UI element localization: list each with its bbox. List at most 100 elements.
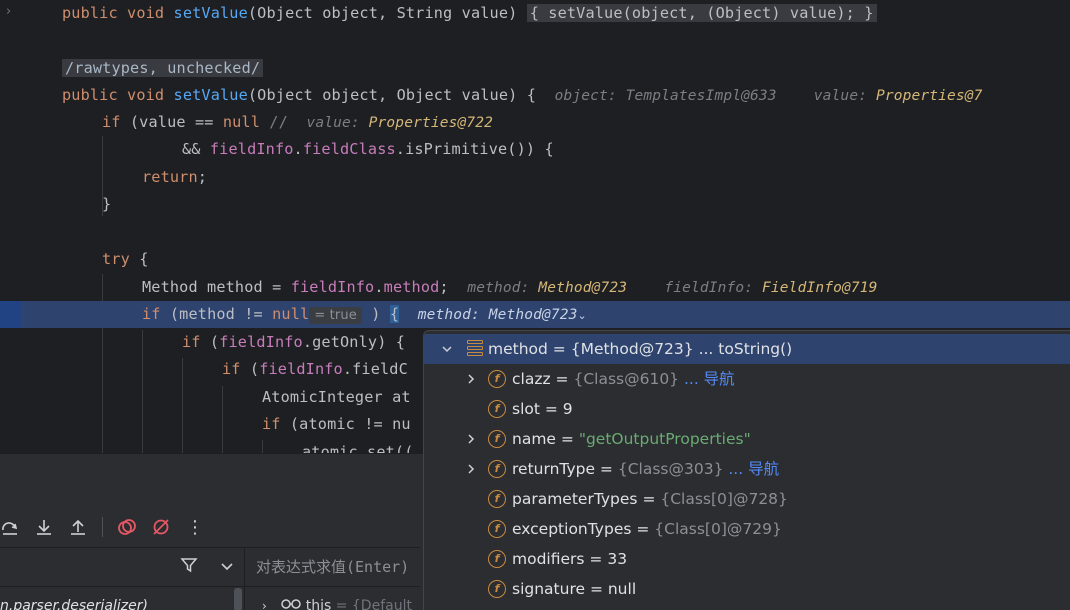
step-out-icon[interactable]	[68, 517, 88, 537]
tree-row-exceptiontypes[interactable]: f exceptionTypes = {Class[0]@729}	[424, 514, 1070, 544]
field-ref: fieldInfo	[219, 333, 303, 351]
field-icon: f	[488, 490, 506, 508]
tree-row-text: returnType = {Class@303} ... 导航	[512, 460, 780, 478]
keyword: if	[182, 333, 210, 351]
inline-hint-value[interactable]: method: Method@723	[418, 307, 578, 323]
tree-row-text: modifiers = 33	[512, 550, 628, 568]
tree-row-text: clazz = {Class@610} ... 导航	[512, 370, 735, 388]
debug-value-popup[interactable]: method = {Method@723} ... toString() f c…	[423, 330, 1070, 610]
field-icon: f	[488, 430, 506, 448]
method-name: setValue	[173, 86, 248, 104]
chevron-right-icon[interactable]	[464, 424, 478, 456]
chevron-down-icon[interactable]: ⌄	[578, 309, 587, 322]
more-options-icon[interactable]: ⋮	[185, 517, 205, 538]
code-text: (	[209, 333, 220, 351]
field-ref: fieldInfo	[209, 140, 294, 158]
field-icon: f	[488, 460, 506, 478]
field-ref: fieldInfo	[259, 360, 343, 378]
keyword: if	[142, 305, 170, 323]
chevron-right-icon[interactable]: ›	[262, 599, 267, 610]
mute-breakpoints-icon[interactable]	[151, 517, 171, 537]
navigate-link[interactable]: ... 导航	[723, 460, 779, 478]
step-into-icon[interactable]	[34, 517, 54, 537]
inline-hint-label: fieldInfo:	[664, 280, 763, 296]
tree-row-returntype[interactable]: f returnType = {Class@303} ... 导航	[424, 454, 1070, 484]
code-line[interactable]: /rawtypes, unchecked/	[0, 55, 1070, 82]
frame-list-item[interactable]: n.parser.deserializer)	[0, 594, 236, 610]
frames-header	[0, 548, 244, 586]
inline-hint-label: value:	[306, 115, 369, 131]
code-line[interactable]: }	[0, 191, 1070, 218]
tree-row-method[interactable]: method = {Method@723} ... toString()	[424, 334, 1070, 364]
keyword: public void	[62, 86, 174, 104]
keyword: null	[222, 113, 261, 131]
code-line[interactable]: public void setValue(Object object, Obje…	[0, 82, 1070, 109]
code-line[interactable]: if (value == null // value: Properties@7…	[0, 109, 1070, 136]
execution-point-marker	[0, 301, 21, 328]
tree-row-clazz[interactable]: f clazz = {Class@610} ... 导航	[424, 364, 1070, 394]
tree-row-name[interactable]: f name = "getOutputProperties"	[424, 424, 1070, 454]
navigate-link[interactable]: ... 导航	[679, 370, 735, 388]
tree-row-text: method = {Method@723} ... toString()	[488, 340, 793, 358]
code-text: (	[249, 360, 260, 378]
code-text: )	[361, 305, 390, 323]
stack-icon	[467, 340, 483, 358]
code-line[interactable]: Method method = fieldInfo.method; method…	[0, 274, 1070, 301]
chevron-right-icon[interactable]	[464, 364, 478, 396]
debugger-toolbar: ⋮	[0, 509, 420, 545]
keyword: if	[102, 113, 130, 131]
inline-hint-value[interactable]: Properties@722	[369, 115, 493, 131]
tree-row-text: slot = 9	[512, 400, 573, 418]
code-line[interactable]: public void setValue(Object object, Stri…	[0, 0, 1070, 27]
code-text: .	[293, 140, 303, 158]
tree-row-slot[interactable]: f slot = 9	[424, 394, 1070, 424]
code-line[interactable]: && fieldInfo.fieldClass.isPrimitive()) {	[0, 136, 1070, 163]
scrollbar-thumb[interactable]	[234, 588, 242, 610]
view-breakpoints-icon[interactable]	[117, 517, 137, 537]
folded-code[interactable]: { setValue(object, (Object) value); }	[526, 4, 877, 22]
inline-hint-value[interactable]: TemplatesImpl@633	[626, 88, 777, 104]
variable-value: = {Default	[331, 598, 412, 610]
panel-splitter[interactable]	[244, 548, 245, 610]
watch-glasses-icon	[281, 598, 305, 610]
field-icon: f	[488, 400, 506, 418]
inline-hint-label: object:	[554, 88, 626, 104]
evaluate-expression-input[interactable]: 对表达式求值(Enter)	[246, 548, 421, 586]
variable-row-this[interactable]: › this = {Default	[262, 594, 422, 610]
chevron-down-icon[interactable]	[440, 334, 454, 366]
code-text: .fieldC	[342, 360, 408, 378]
comment: //	[260, 113, 288, 131]
field-icon: f	[488, 580, 506, 598]
chevron-down-icon[interactable]	[220, 558, 234, 577]
field-ref: method	[383, 278, 440, 296]
code-text: ;	[197, 168, 208, 186]
step-over-icon[interactable]	[0, 517, 20, 537]
inline-hint-label: value:	[813, 88, 876, 104]
code-text: (value ==	[129, 113, 223, 131]
inline-hint-value[interactable]: FieldInfo@719	[762, 280, 877, 296]
current-execution-line[interactable]: if (method != null = true ) { method: Met…	[0, 301, 1070, 328]
tree-row-modifiers[interactable]: f modifiers = 33	[424, 544, 1070, 574]
tree-row-text: exceptionTypes = {Class[0]@729}	[512, 520, 782, 538]
keyword: return	[142, 168, 198, 186]
code-text: Method method =	[142, 278, 291, 296]
field-icon: f	[488, 550, 506, 568]
code-line[interactable]: return;	[0, 164, 1070, 191]
code-line[interactable]: try {	[0, 246, 1070, 273]
filter-icon[interactable]	[180, 556, 198, 578]
code-text: &&	[182, 140, 210, 158]
tree-row-signature[interactable]: f signature = null	[424, 574, 1070, 604]
method-name: setValue	[173, 4, 248, 22]
code-text: .isPrimitive()) {	[395, 140, 554, 158]
field-icon: f	[488, 370, 506, 388]
inline-value-hint: = true	[309, 307, 362, 324]
debugger-header	[0, 454, 420, 504]
inline-hint-value[interactable]: Properties@7	[876, 88, 983, 104]
variable-name: this	[305, 598, 332, 610]
tree-row-parametertypes[interactable]: f parameterTypes = {Class[0]@728}	[424, 484, 1070, 514]
chevron-right-icon[interactable]	[464, 454, 478, 486]
inline-hint-value[interactable]: Method@723	[538, 280, 627, 296]
keyword: if	[262, 415, 290, 433]
code-text: (atomic != nu	[289, 415, 411, 433]
code-text: AtomicInteger at	[262, 388, 411, 406]
